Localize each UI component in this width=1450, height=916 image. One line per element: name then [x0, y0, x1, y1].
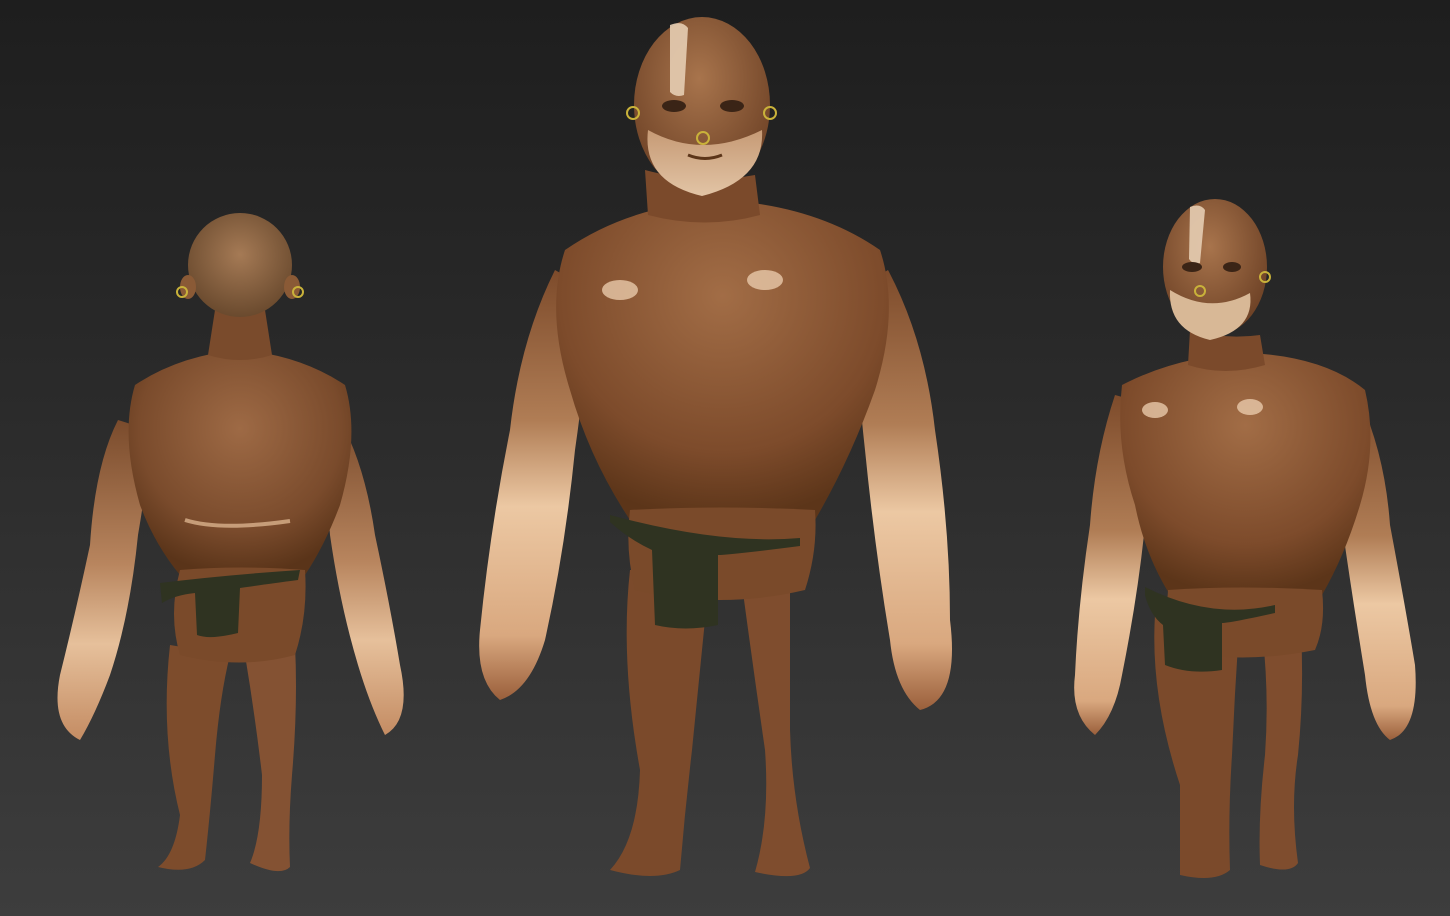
- character-three-quarter-illustration: [1074, 199, 1416, 879]
- character-front-illustration: [479, 17, 952, 877]
- render-viewport: [0, 0, 1450, 916]
- character-three-quarter-view: [1060, 195, 1430, 890]
- character-front-view: [470, 10, 980, 890]
- character-back-view: [40, 213, 440, 880]
- character-back-illustration: [57, 213, 404, 872]
